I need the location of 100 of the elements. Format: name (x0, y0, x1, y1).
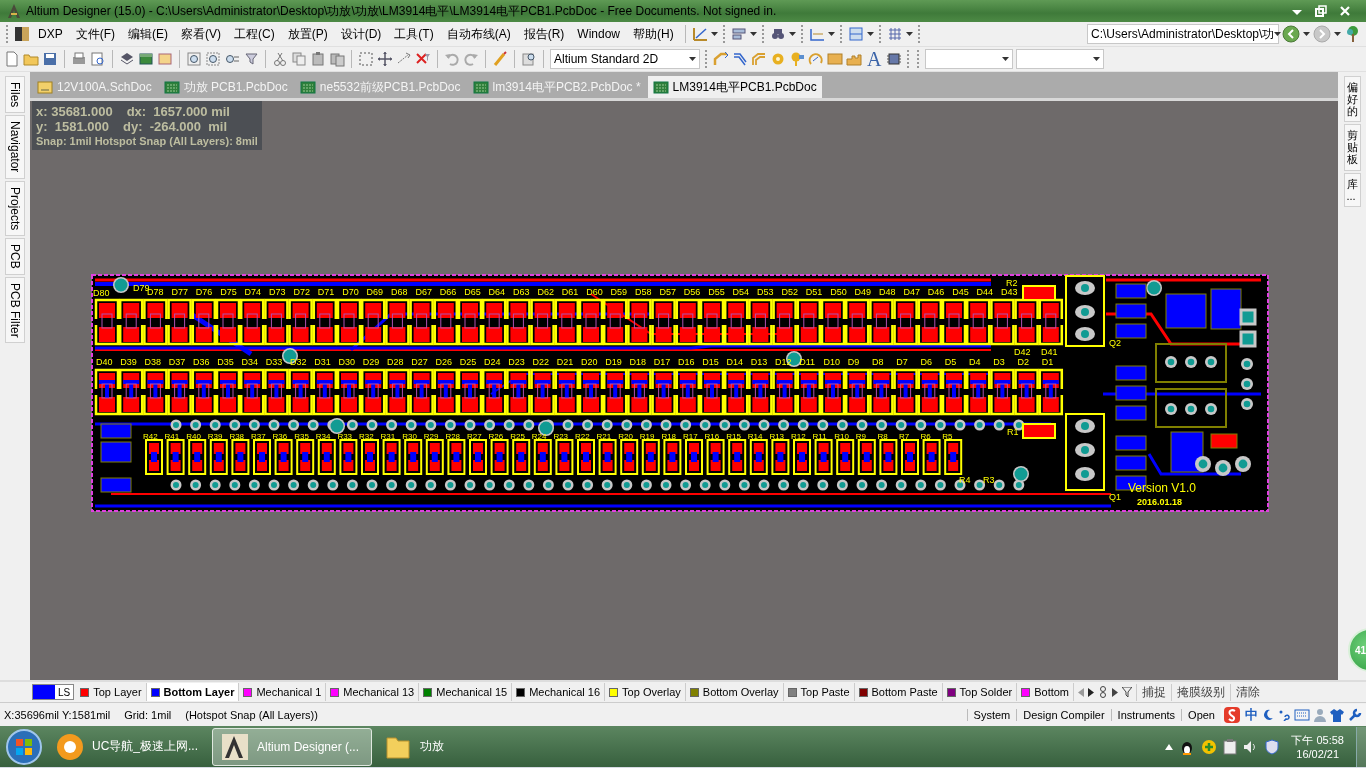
scroll-right-icon[interactable] (1088, 687, 1095, 697)
caret-icon[interactable] (1274, 32, 1282, 36)
layer-tab[interactable]: Top Layer (76, 683, 147, 701)
layer-tab[interactable]: Top Solder (942, 683, 1018, 701)
polygon-icon[interactable] (846, 51, 862, 67)
caret-icon[interactable] (1093, 57, 1101, 61)
zoom-area-icon[interactable] (205, 51, 221, 67)
panel-tab[interactable]: 库... (1343, 172, 1361, 207)
menu-item[interactable]: 编辑(E) (123, 23, 173, 45)
caret-icon[interactable] (866, 32, 874, 36)
align-icon[interactable] (730, 26, 747, 42)
ime-logo-icon[interactable] (1223, 705, 1241, 724)
caret-icon[interactable] (749, 32, 757, 36)
show-hidden-icons[interactable] (1165, 743, 1174, 750)
layer-tab[interactable]: Bottom Layer (146, 683, 240, 701)
taskbar-button[interactable]: UC导航_极速上网... (48, 727, 208, 766)
panel-tab[interactable]: Navigator (5, 115, 25, 179)
zoom-fit-icon[interactable] (186, 51, 202, 67)
start-button[interactable] (4, 726, 44, 767)
punctuation-icon[interactable] (1278, 708, 1290, 721)
panel-tab[interactable]: 偏好的 (1343, 76, 1361, 123)
panel-tab[interactable]: Files (5, 76, 25, 114)
layer-tab[interactable]: Bottom (1017, 683, 1075, 701)
menu-item[interactable]: 报告(R) (518, 23, 570, 45)
panel-tab[interactable]: 剪贴板 (1343, 124, 1361, 171)
layer-set-icon[interactable] (1098, 686, 1109, 698)
input-mode-toggle[interactable]: 中 (1245, 705, 1258, 724)
plus-badge-icon[interactable] (1201, 738, 1218, 755)
via-icon[interactable] (789, 51, 805, 67)
current-layer-indicator[interactable]: LS (32, 684, 75, 700)
view-select[interactable]: Altium Standard 2D (550, 49, 700, 69)
taskbar-button[interactable]: 功放 (376, 727, 536, 766)
panel-button[interactable]: Design Compiler (1016, 708, 1111, 721)
dxp-logo-icon[interactable] (14, 26, 30, 42)
caret-icon[interactable] (1002, 57, 1010, 61)
pcb-document-icon (163, 79, 180, 95)
filter-icon[interactable] (243, 51, 259, 67)
diff-pair-icon[interactable] (732, 51, 748, 67)
layer-tab[interactable]: Mechanical 15 (419, 683, 513, 701)
inspect-icon[interactable] (521, 51, 537, 67)
menu-item[interactable]: 工程(C) (229, 23, 280, 45)
print-icon[interactable] (71, 51, 87, 67)
caret-icon[interactable] (1303, 32, 1310, 36)
menu-item[interactable]: 察看(V) (176, 23, 226, 45)
wrench-icon[interactable] (1348, 707, 1362, 722)
panel-tab[interactable]: Projects (5, 180, 25, 237)
panel-button[interactable]: System (966, 708, 1017, 721)
menu-item[interactable]: 工具(T) (389, 23, 439, 45)
silkscreen-label: D38 (144, 357, 161, 367)
layer-tab[interactable]: Mechanical 16 (512, 683, 606, 701)
menu-item[interactable]: 帮助(H) (628, 23, 679, 45)
layer-tab[interactable]: Mechanical 1 (239, 683, 327, 701)
menu-item[interactable]: DXP (33, 25, 68, 43)
caret-icon[interactable] (689, 57, 696, 61)
toolbar-button[interactable]: 掩膜级别 (1171, 683, 1231, 701)
panel-tab[interactable]: PCB (5, 238, 25, 275)
paste-array-icon[interactable] (329, 51, 345, 67)
path-field[interactable]: C:\Users\Administrator\Desktop\功 (1087, 24, 1279, 44)
moon-icon[interactable] (1262, 708, 1274, 721)
document-tab[interactable]: LM3914电平PCB1.PcbDoc (647, 76, 822, 98)
layer-tab[interactable]: Bottom Overlay (685, 683, 784, 701)
caret-icon[interactable] (905, 32, 913, 36)
restore-icon[interactable] (1314, 4, 1328, 18)
menu-item[interactable]: Window (572, 25, 626, 43)
panel-tab[interactable]: PCB Filter (5, 276, 25, 344)
print-preview-icon[interactable] (90, 51, 106, 67)
clipboard-icon[interactable] (1223, 738, 1238, 755)
layer-tab[interactable]: Bottom Paste (854, 683, 943, 701)
component-icon[interactable] (886, 51, 903, 67)
caret-icon[interactable] (710, 32, 718, 36)
shirt-icon[interactable] (1330, 707, 1344, 722)
toolbar-button[interactable]: 捕捉 (1136, 683, 1172, 701)
layers-icon[interactable] (119, 51, 135, 67)
menu-item[interactable]: 设计(D) (335, 23, 387, 45)
place-string-tool[interactable]: A (865, 47, 884, 71)
layer-tab[interactable]: Top Paste (783, 683, 855, 701)
layer-tab[interactable]: Mechanical 13 (326, 683, 420, 701)
back-icon[interactable] (1282, 25, 1300, 43)
cut-icon[interactable] (272, 51, 288, 67)
caret-icon[interactable] (827, 32, 835, 36)
layer-tab[interactable]: Top Overlay (605, 683, 686, 701)
toolbar-button[interactable]: 清除 (1230, 683, 1266, 701)
menu-item[interactable]: 自动布线(A) (441, 23, 516, 45)
paste-icon[interactable] (310, 51, 326, 67)
move-icon[interactable] (377, 51, 393, 67)
board-icon[interactable] (138, 51, 154, 67)
panel-button[interactable]: Instruments (1110, 708, 1182, 721)
shield-icon[interactable] (1265, 738, 1280, 755)
play-icon[interactable] (1112, 687, 1119, 697)
close-icon[interactable] (1338, 4, 1352, 18)
menu-item[interactable]: 文件(F) (70, 23, 120, 45)
save-icon[interactable] (42, 51, 58, 67)
menu-item[interactable]: 放置(P) (282, 23, 333, 45)
caret-icon[interactable] (1334, 32, 1341, 36)
caret-icon[interactable] (788, 32, 796, 36)
filter-icon[interactable] (1122, 687, 1133, 697)
binoculars-icon[interactable] (769, 26, 786, 42)
measure-icon[interactable] (691, 26, 708, 42)
interactive-route-icon[interactable] (713, 51, 729, 67)
new-file-icon[interactable] (4, 51, 20, 67)
